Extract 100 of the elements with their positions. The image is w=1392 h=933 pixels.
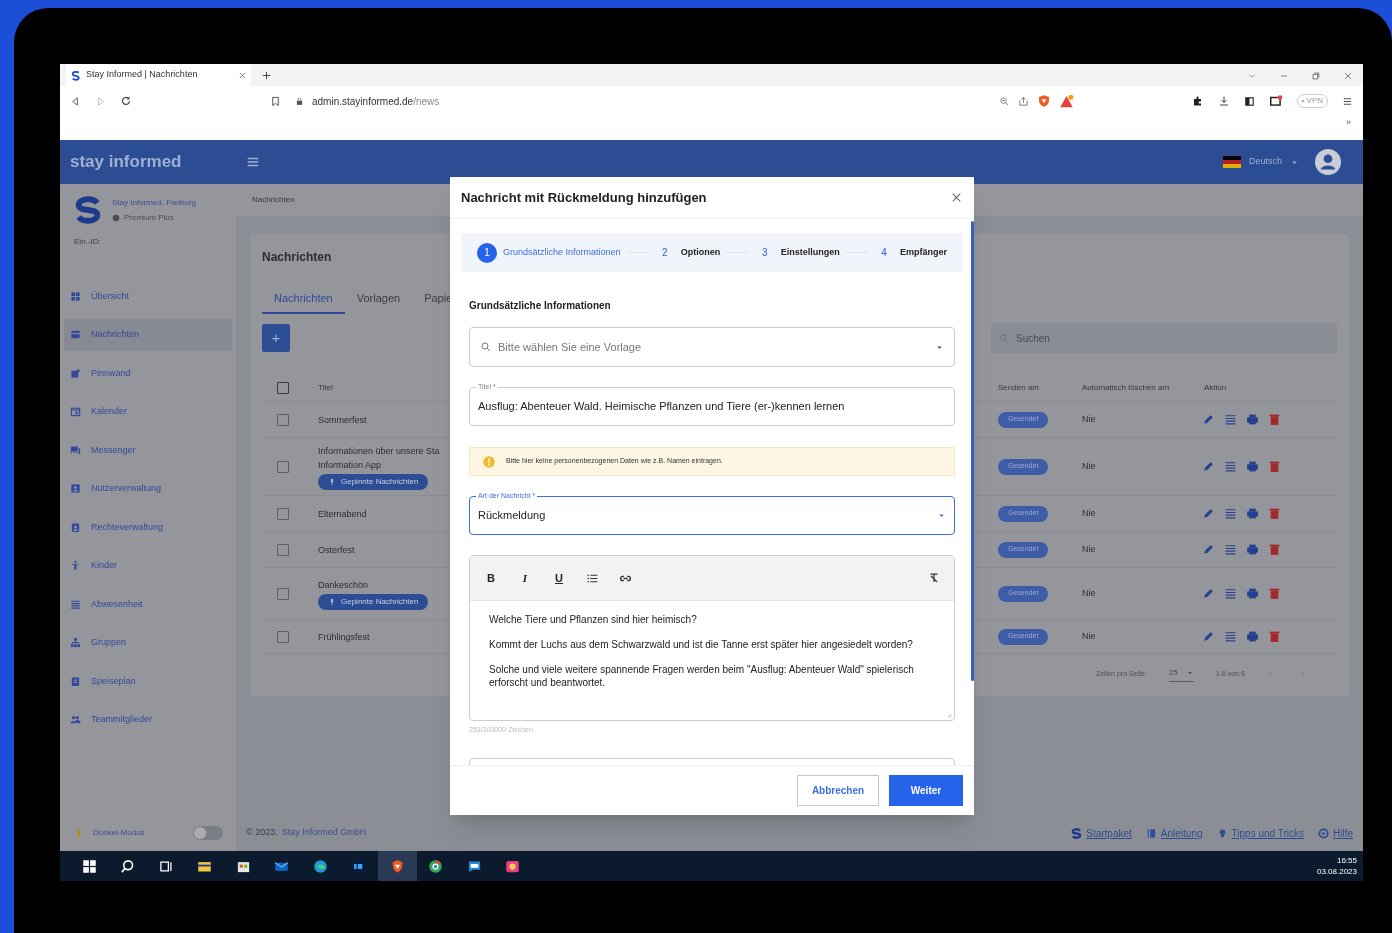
rich-text-editor[interactable] <box>469 555 955 721</box>
back-icon[interactable] <box>70 95 81 107</box>
breadcrumb[interactable]: Nachrichten <box>252 194 295 206</box>
zoom-icon[interactable] <box>998 95 1010 107</box>
print-icon[interactable] <box>1246 507 1259 520</box>
more-bookmarks-button[interactable]: » <box>1346 116 1351 130</box>
windows-icon[interactable] <box>81 858 97 874</box>
step[interactable]: 3 Einstellungen <box>754 242 840 263</box>
photos-icon[interactable] <box>505 858 521 874</box>
tab[interactable]: Nachrichten <box>262 284 345 314</box>
search-icon[interactable] <box>120 858 136 874</box>
message-title[interactable]: Frühlingsfest <box>318 629 370 644</box>
menu-icon[interactable] <box>246 155 260 169</box>
edit-icon[interactable] <box>1202 413 1215 426</box>
row-checkbox[interactable] <box>277 543 289 556</box>
footer-link[interactable]: Tipps und Tricks <box>1216 825 1304 841</box>
row-checkbox[interactable] <box>277 507 289 520</box>
delete-icon[interactable] <box>1268 460 1281 473</box>
scrollbar[interactable] <box>971 221 974 681</box>
edit-icon[interactable] <box>1202 543 1215 556</box>
cancel-button[interactable]: Abbrechen <box>797 775 879 806</box>
browser-icon[interactable] <box>312 858 328 874</box>
sidebar-item[interactable]: Messenger <box>64 434 232 467</box>
edit-icon[interactable] <box>1202 587 1215 600</box>
next-button[interactable]: Weiter <box>889 775 963 806</box>
add-button[interactable]: + <box>262 324 290 352</box>
delete-icon[interactable] <box>1268 507 1281 520</box>
delete-icon[interactable] <box>1268 543 1281 556</box>
list-icon[interactable] <box>1224 413 1237 426</box>
search-field[interactable]: Suchen <box>991 323 1337 353</box>
browser-tab[interactable]: Stay Informed | Nachrichten <box>66 64 251 86</box>
company-link[interactable]: Stay Informed GmbH <box>281 826 367 840</box>
task-view-icon[interactable] <box>158 858 174 874</box>
print-icon[interactable] <box>1246 413 1259 426</box>
edit-icon[interactable] <box>1202 507 1215 520</box>
sidebar-item[interactable]: Nachrichten <box>64 318 232 351</box>
reload-icon[interactable] <box>120 95 132 107</box>
avatar-icon[interactable] <box>1315 149 1341 175</box>
footer-link[interactable]: Hilfe <box>1318 825 1353 841</box>
italic-button[interactable]: I <box>518 569 532 587</box>
tab[interactable]: Vorlagen <box>344 284 413 314</box>
step[interactable]: 4 Empfänger <box>873 242 947 263</box>
list-icon[interactable] <box>1224 630 1237 643</box>
message-title[interactable]: Elternabend <box>318 506 367 521</box>
sidebar-item[interactable]: Kalender <box>64 395 232 428</box>
print-icon[interactable] <box>1246 630 1259 643</box>
row-checkbox[interactable] <box>277 413 289 426</box>
template-select[interactable]: Bitte wählen Sie eine Vorlage <box>469 327 955 367</box>
sidebar-item[interactable]: Nutzerverwaltung <box>64 472 232 505</box>
list-icon[interactable] <box>1224 587 1237 600</box>
share-icon[interactable] <box>1017 95 1029 107</box>
underline-button[interactable]: U <box>552 569 566 587</box>
delete-icon[interactable] <box>1268 587 1281 600</box>
list-icon[interactable] <box>1224 460 1237 473</box>
row-checkbox[interactable] <box>277 587 289 600</box>
delete-icon[interactable] <box>1268 413 1281 426</box>
sidebar-item[interactable]: Rechteverwaltung <box>64 511 232 544</box>
message-title[interactable]: Informationen über unsere Sta Information App <box>318 443 440 472</box>
message-title[interactable]: Dankeschön <box>318 577 369 592</box>
url-field[interactable]: admin.stayinformed.de/news <box>312 93 440 109</box>
message-title[interactable]: Sommerfest <box>318 412 367 427</box>
clear-format-icon[interactable] <box>928 572 940 584</box>
wallet-icon[interactable] <box>1268 94 1283 108</box>
rows-per-page-select[interactable]: 25 <box>1168 666 1194 682</box>
row-checkbox[interactable] <box>277 460 289 473</box>
sidebar-item[interactable]: Pinnwand <box>64 357 232 390</box>
dark-mode-toggle[interactable] <box>192 826 223 840</box>
footer-link[interactable]: Startpaket <box>1071 825 1132 841</box>
photo-editor-icon[interactable] <box>351 858 367 874</box>
sidebar-item[interactable]: Abwesenheit <box>64 588 232 621</box>
puzzle-icon[interactable] <box>1191 95 1204 107</box>
print-icon[interactable] <box>1246 587 1259 600</box>
sidebar-icon[interactable] <box>1243 95 1255 107</box>
close-icon[interactable] <box>950 191 963 204</box>
list-icon[interactable] <box>1224 543 1237 556</box>
language-select[interactable]: Deutsch <box>1222 155 1299 169</box>
sidebar-item[interactable]: Übersicht <box>64 280 232 313</box>
message-title[interactable]: Osterfest <box>318 542 355 557</box>
step[interactable]: 1 Grundsätzliche Informationen <box>477 242 621 263</box>
row-checkbox[interactable] <box>277 630 289 643</box>
footer-link[interactable]: Anleitung <box>1145 825 1203 841</box>
bold-button[interactable]: B <box>484 569 498 587</box>
sidebar-item[interactable]: Kinder <box>64 549 232 582</box>
delete-icon[interactable] <box>1268 630 1281 643</box>
menu-icon[interactable] <box>1342 95 1353 107</box>
restore-icon[interactable] <box>1311 71 1321 81</box>
list-icon[interactable] <box>1224 507 1237 520</box>
new-tab-icon[interactable] <box>261 70 272 81</box>
sidebar-item[interactable]: Gruppen <box>64 626 232 659</box>
step[interactable]: 2 Optionen <box>654 242 721 263</box>
edit-icon[interactable] <box>1202 630 1215 643</box>
download-icon[interactable] <box>1217 95 1230 107</box>
edit-icon[interactable] <box>1202 460 1215 473</box>
sidebar-item[interactable]: Teammitglieder <box>64 703 232 736</box>
sidebar-item[interactable]: Speiseplan <box>64 665 232 698</box>
close-icon[interactable] <box>1343 71 1353 81</box>
print-icon[interactable] <box>1246 460 1259 473</box>
browser-icon[interactable] <box>428 858 444 874</box>
select-all-checkbox[interactable] <box>277 381 289 394</box>
close-icon[interactable] <box>238 70 247 80</box>
